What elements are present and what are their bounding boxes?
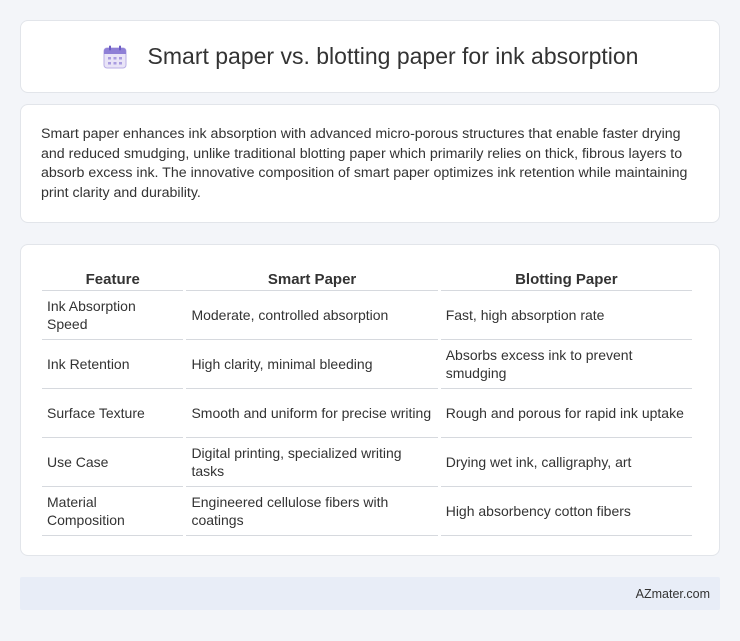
- cell-smart-paper: High clarity, minimal bleeding: [186, 340, 438, 389]
- table-row: Ink Retention High clarity, minimal blee…: [42, 340, 692, 389]
- table-header-row: Feature Smart Paper Blotting Paper: [42, 265, 692, 291]
- header-feature: Feature: [42, 265, 184, 291]
- cell-blotting-paper: Fast, high absorption rate: [440, 291, 692, 340]
- title-card: Smart paper vs. blotting paper for ink a…: [20, 20, 720, 93]
- header-smart-paper: Smart Paper: [186, 265, 438, 291]
- table-row: Ink Absorption Speed Moderate, controlle…: [42, 291, 692, 340]
- table-row: Use Case Digital printing, specialized w…: [42, 438, 692, 487]
- header-blotting-paper: Blotting Paper: [440, 265, 692, 291]
- cell-smart-paper: Smooth and uniform for precise writing: [186, 389, 438, 438]
- page-title-text: Smart paper vs. blotting paper for ink a…: [147, 43, 639, 69]
- cell-blotting-paper: Absorbs excess ink to prevent smudging: [440, 340, 692, 389]
- cell-blotting-paper: Drying wet ink, calligraphy, art: [440, 438, 692, 487]
- footer-bar: AZmater.com: [20, 577, 720, 610]
- comparison-card: Feature Smart Paper Blotting Paper Ink A…: [20, 244, 720, 556]
- intro-card: Smart paper enhances ink absorption with…: [20, 104, 720, 223]
- cell-blotting-paper: High absorbency cotton fibers: [440, 487, 692, 536]
- cell-feature: Use Case: [42, 438, 184, 487]
- table-row: Surface Texture Smooth and uniform for p…: [42, 389, 692, 438]
- cell-feature: Ink Retention: [42, 340, 184, 389]
- footer-brand: AZmater.com: [635, 586, 710, 601]
- intro-paragraph: Smart paper enhances ink absorption with…: [41, 126, 688, 201]
- page-title: Smart paper vs. blotting paper for ink a…: [102, 43, 639, 70]
- cell-smart-paper: Moderate, controlled absorption: [186, 291, 438, 340]
- calendar-icon: [103, 45, 127, 68]
- comparison-table: Feature Smart Paper Blotting Paper Ink A…: [39, 265, 695, 536]
- cell-smart-paper: Engineered cellulose fibers with coating…: [186, 487, 438, 536]
- cell-feature: Surface Texture: [42, 389, 184, 438]
- cell-smart-paper: Digital printing, specialized writing ta…: [186, 438, 438, 487]
- cell-feature: Ink Absorption Speed: [42, 291, 184, 340]
- table-row: Material Composition Engineered cellulos…: [42, 487, 692, 536]
- cell-feature: Material Composition: [42, 487, 184, 536]
- cell-blotting-paper: Rough and porous for rapid ink uptake: [440, 389, 692, 438]
